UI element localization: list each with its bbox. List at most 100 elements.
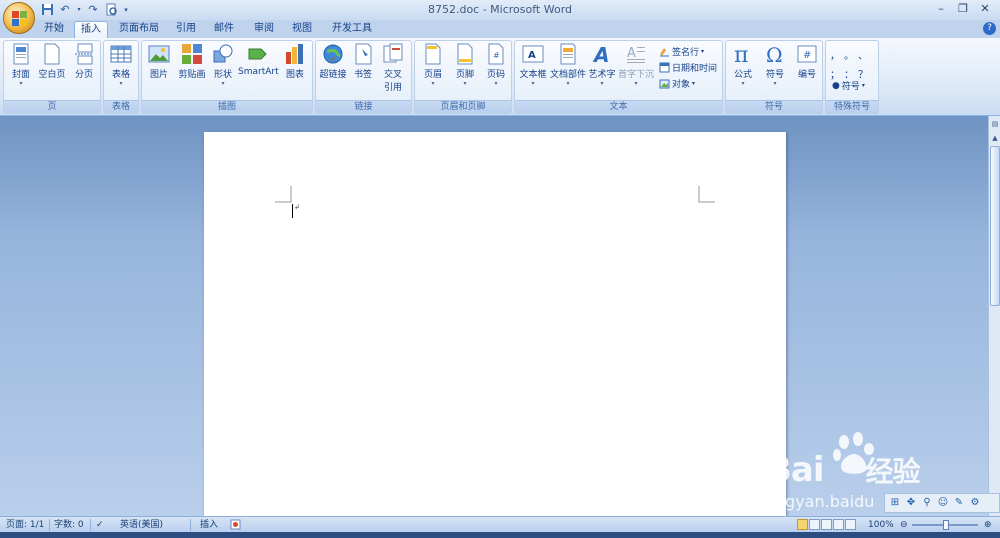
smartart-button[interactable]: SmartArt [238, 43, 279, 77]
scroll-up-icon[interactable]: ▲ [989, 132, 1000, 144]
special-symbol-enumeration-comma[interactable]: 、 [858, 47, 872, 62]
bookmark-label: 书签 [353, 70, 372, 80]
dropdown-arrow-icon: ▾ [19, 80, 23, 87]
special-symbol-comma[interactable]: ， [830, 47, 844, 62]
blank-page-icon [44, 43, 60, 65]
footer-icon [457, 43, 473, 65]
dropdown-arrow-icon: ▾ [119, 80, 123, 87]
document-page[interactable]: ↲ [204, 132, 786, 516]
view-web-layout-button[interactable] [821, 519, 832, 530]
tab-page-layout[interactable]: 页面布局 [114, 21, 164, 38]
tab-view[interactable]: 视图 [286, 21, 318, 38]
page-number-button[interactable]: # 页码 ▾ [481, 43, 511, 88]
symbol-button[interactable]: Ω 符号 ▾ [760, 43, 790, 88]
margin-corner-top-left [275, 186, 292, 203]
footer-button[interactable]: 页脚 ▾ [450, 43, 480, 88]
pin-icon[interactable]: ⚲ [921, 497, 933, 509]
tab-references[interactable]: 引用 [170, 21, 202, 38]
dropdown-arrow-icon: ▾ [531, 80, 535, 87]
date-time-button[interactable]: 日期和时间 [659, 61, 717, 74]
object-icon [659, 79, 670, 89]
view-print-layout-button[interactable] [797, 519, 808, 530]
status-bar: 页面: 1/1 字数: 0 ✓ 英语(美国) 插入 100% ⊖ ⊕ [0, 516, 1000, 532]
minimize-icon[interactable]: – [930, 1, 952, 18]
special-symbol-button[interactable]: ● 符号 ▾ [832, 79, 865, 93]
object-label: 对象 [672, 80, 691, 90]
status-page[interactable]: 页面: 1/1 [6, 519, 44, 531]
scrollbar-thumb[interactable] [990, 146, 1000, 306]
clip-art-button[interactable]: 剪贴画 [176, 43, 208, 80]
office-logo-icon [12, 11, 27, 26]
wordart-button[interactable]: A 艺术字 ▾ [587, 43, 617, 88]
dropdown-arrow-icon: ▾ [773, 80, 777, 87]
symbol-label: 符号 [765, 70, 784, 80]
page-break-button[interactable]: 分页 [69, 43, 99, 80]
blank-page-button[interactable]: 空白页 [37, 43, 67, 80]
align-left-icon[interactable]: ⊞ [889, 497, 901, 509]
cover-page-icon [13, 43, 29, 65]
numbering-button[interactable]: # 编号 [792, 43, 822, 80]
header-button[interactable]: 页眉 ▾ [418, 43, 448, 88]
special-symbol-period[interactable]: 。 [844, 47, 858, 62]
bookmark-icon [355, 43, 372, 65]
equation-button[interactable]: π 公式 ▾ [728, 43, 758, 88]
ruler-toggle-icon[interactable]: ▤ [989, 118, 1000, 130]
text-cursor [292, 204, 293, 218]
smiley-icon[interactable]: ☺ [937, 497, 949, 509]
status-language[interactable]: 英语(美国) [120, 519, 163, 531]
smartart-label: SmartArt [238, 67, 279, 77]
table-icon [110, 45, 132, 63]
shapes-button[interactable]: 形状 ▾ [210, 43, 236, 88]
macro-record-icon[interactable] [230, 519, 241, 531]
view-outline-button[interactable] [833, 519, 844, 530]
tab-review[interactable]: 审阅 [246, 21, 282, 38]
dropdown-arrow-icon: ▾ [741, 80, 745, 87]
restore-icon[interactable]: ❐ [952, 1, 974, 18]
zoom-level[interactable]: 100% [868, 519, 894, 531]
help-icon[interactable]: ? [983, 22, 996, 35]
cover-page-button[interactable]: 封面 ▾ [7, 43, 35, 88]
page-number-label: 页码 [486, 70, 505, 80]
drop-cap-button[interactable]: A 首字下沉 ▾ [617, 43, 655, 88]
status-word-count[interactable]: 字数: 0 [54, 519, 84, 531]
pencil-icon[interactable]: ✎ [953, 497, 965, 509]
chart-button[interactable]: 图表 [280, 43, 310, 80]
text-box-icon: A [522, 45, 544, 63]
tab-developer[interactable]: 开发工具 [326, 21, 378, 38]
dropdown-arrow-icon: ▾ [861, 82, 865, 89]
zoom-in-icon[interactable]: ⊕ [984, 519, 992, 531]
proofing-icon[interactable]: ✓ [96, 519, 104, 531]
svg-text:#: # [493, 51, 500, 60]
tab-mailings[interactable]: 邮件 [208, 21, 240, 38]
view-draft-button[interactable] [845, 519, 856, 530]
settings-gear-icon[interactable]: ⚙ [969, 497, 981, 509]
cross-reference-icon [383, 43, 403, 63]
bookmark-button[interactable]: 书签 [350, 43, 376, 80]
signature-line-button[interactable]: 签名行 ▾ [659, 45, 704, 58]
tab-home[interactable]: 开始 [38, 21, 70, 38]
page-number-icon: # [488, 43, 504, 65]
view-buttons [797, 519, 856, 530]
object-button[interactable]: 对象 ▾ [659, 77, 695, 90]
cross-reference-button[interactable]: 交叉 引用 [378, 43, 408, 93]
svg-text:Ω: Ω [766, 43, 783, 65]
signature-line-icon [660, 48, 669, 57]
tab-insert[interactable]: 插入 [74, 21, 108, 38]
hyperlink-button[interactable]: 超链接 [318, 43, 348, 80]
quick-parts-button[interactable]: 文档部件 ▾ [549, 43, 587, 88]
status-insert-mode[interactable]: 插入 [200, 519, 218, 531]
office-button[interactable] [3, 2, 35, 34]
group-symbols-label: 符号 [726, 100, 822, 113]
move-icon[interactable]: ✥ [905, 497, 917, 509]
watermark-url: jingyan.baidu [766, 492, 875, 511]
svg-text:A: A [528, 50, 536, 61]
table-button[interactable]: 表格 ▾ [107, 43, 135, 88]
close-icon[interactable]: ✕ [974, 1, 996, 18]
hyperlink-globe-icon [323, 44, 343, 64]
text-box-button[interactable]: A 文本框 ▾ [517, 43, 549, 88]
picture-button[interactable]: 图片 [144, 43, 174, 80]
zoom-slider-knob[interactable] [943, 520, 949, 530]
view-full-screen-button[interactable] [809, 519, 820, 530]
taskbar [0, 532, 1000, 538]
zoom-out-icon[interactable]: ⊖ [900, 519, 908, 531]
